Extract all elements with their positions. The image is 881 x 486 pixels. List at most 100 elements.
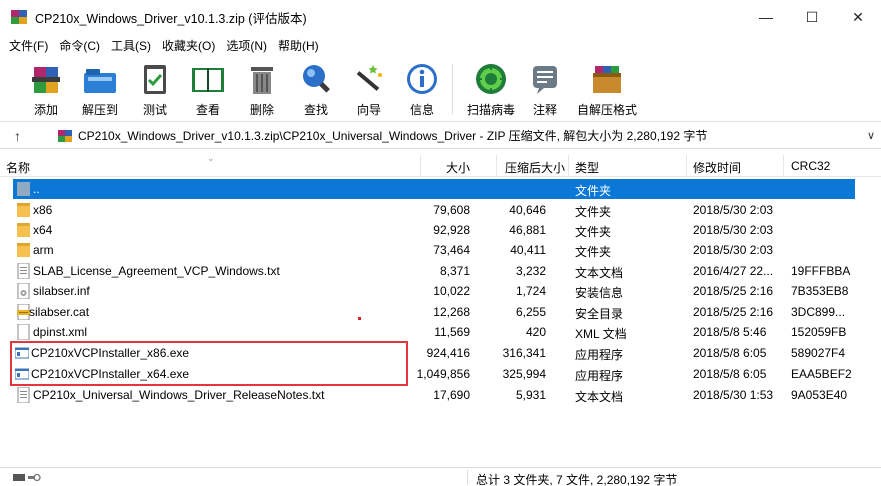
table-row[interactable]: CP210x_Universal_Windows_Driver_ReleaseN… [0, 385, 881, 405]
info-icon [404, 61, 440, 97]
table-row[interactable]: x86 79,608 40,646 文件夹 2018/5/30 2:03 [0, 200, 881, 220]
file-type: 文本文档 [575, 266, 624, 280]
find-button[interactable]: 查找 [294, 56, 338, 120]
file-name: silabser.cat [29, 305, 90, 319]
winrar-logo-icon [11, 10, 27, 24]
column-size[interactable]: 大小 [444, 159, 470, 176]
menu-favorites[interactable]: 收藏夹(O) [162, 37, 222, 54]
delete-button[interactable]: 删除 [240, 56, 284, 120]
column-separator [568, 155, 569, 177]
file-mtime: 2018/5/30 2:03 [693, 203, 774, 217]
view-label: 查看 [195, 103, 220, 117]
maximize-button[interactable]: ☐ [789, 0, 835, 34]
column-separator [783, 155, 784, 177]
file-mtime: 2018/5/25 2:16 [693, 305, 774, 319]
table-row[interactable]: silabser.inf 10,022 1,724 安装信息 2018/5/25… [0, 281, 881, 301]
file-name: x86 [33, 203, 53, 217]
view-button[interactable]: 查看 [186, 56, 230, 120]
info-button[interactable]: 信息 [400, 56, 444, 120]
folder-icon [17, 243, 30, 257]
menu-tools[interactable]: 工具(S) [111, 37, 158, 54]
path-dropdown-chevron-icon[interactable]: ∨ [867, 129, 875, 142]
file-size: 92,928 [433, 223, 470, 237]
table-row[interactable]: x64 92,928 46,881 文件夹 2018/5/30 2:03 [0, 220, 881, 240]
comment-label: 注释 [532, 103, 557, 117]
status-divider [467, 470, 468, 485]
table-row[interactable]: dpinst.xml 11,569 420 XML 文档 2018/5/8 5:… [0, 322, 881, 342]
folder-up-icon [17, 182, 30, 196]
path-bar: ↑ CP210x_Windows_Driver_v10.1.3.zip\CP21… [0, 123, 881, 149]
table-row[interactable]: .. 文件夹 [0, 179, 881, 199]
table-row[interactable]: silabser.cat 12,268 6,255 安全目录 2018/5/25… [0, 302, 881, 322]
file-type: 文件夹 [575, 205, 612, 219]
file-type: 应用程序 [575, 348, 624, 362]
file-mtime: 2018/5/30 2:03 [693, 223, 774, 237]
file-mtime: 2018/5/30 1:53 [693, 388, 774, 402]
title-bar: CP210x_Windows_Driver_v10.1.3.zip (评估版本)… [0, 0, 881, 34]
extract-to-button[interactable]: 解压到 [78, 56, 122, 120]
trash-can-icon [244, 61, 280, 97]
column-name[interactable]: 名称 [6, 159, 30, 176]
file-size: 17,690 [433, 388, 470, 402]
extract-to-label: 解压到 [81, 103, 118, 117]
text-file-icon [17, 263, 30, 279]
add-button[interactable]: 添加 [24, 56, 68, 120]
up-folder-button[interactable]: ↑ [14, 128, 36, 144]
file-type: XML 文档 [575, 327, 627, 341]
test-button[interactable]: 测试 [133, 56, 177, 120]
column-separator [420, 155, 421, 177]
file-type: 文件夹 [575, 225, 612, 239]
file-size: 924,416 [426, 346, 470, 360]
menu-command[interactable]: 命令(C) [59, 37, 107, 54]
file-packed-size: 46,881 [509, 223, 546, 237]
sfx-label: 自解压格式 [577, 103, 638, 117]
scan-virus-button[interactable]: 扫描病毒 [463, 56, 519, 120]
column-mtime[interactable]: 修改时间 [693, 159, 741, 176]
selection-highlight [13, 179, 855, 199]
path-text[interactable]: CP210x_Windows_Driver_v10.1.3.zip\CP210x… [78, 127, 707, 144]
file-packed-size: 316,341 [502, 346, 546, 360]
file-size: 10,022 [433, 284, 470, 298]
file-packed-size: 40,646 [509, 203, 546, 217]
xml-file-icon [17, 324, 30, 340]
file-crc: 589027F4 [791, 346, 846, 360]
archive-path-icon [58, 129, 72, 142]
file-crc: 9A053E40 [791, 388, 848, 402]
status-bar: 总计 3 文件夹, 7 文件, 2,280,192 字节 [0, 467, 881, 486]
file-packed-size: 40,411 [510, 243, 546, 257]
file-mtime: 2018/5/8 6:05 [693, 367, 767, 381]
minimize-button[interactable]: — [743, 0, 789, 34]
file-crc: 7B353EB8 [791, 284, 849, 298]
folder-extract-icon [82, 61, 118, 97]
file-size: 11,569 [434, 325, 470, 339]
menu-file[interactable]: 文件(F) [9, 37, 55, 54]
file-packed-size: 325,994 [502, 367, 546, 381]
table-row[interactable]: SLAB_License_Agreement_VCP_Windows.txt 8… [0, 261, 881, 281]
file-name: x64 [33, 223, 53, 237]
file-size: 1,049,856 [416, 367, 470, 381]
window-title: CP210x_Windows_Driver_v10.1.3.zip (评估版本) [35, 11, 307, 26]
close-button[interactable]: ✕ [835, 0, 881, 34]
file-crc: EAA5BEF2 [791, 367, 852, 381]
wizard-label: 向导 [356, 103, 381, 117]
menu-options[interactable]: 选项(N) [226, 37, 274, 54]
comment-icon [527, 61, 563, 97]
column-packed[interactable]: 压缩后大小 [505, 159, 565, 176]
drive-key-icon[interactable] [13, 473, 41, 482]
column-crc[interactable]: CRC32 [791, 159, 830, 173]
file-type: 应用程序 [575, 369, 624, 383]
scan-virus-label: 扫描病毒 [466, 103, 515, 117]
table-row[interactable]: arm 73,464 40,411 文件夹 2018/5/30 2:03 [0, 240, 881, 260]
column-separator [496, 155, 497, 177]
wizard-button[interactable]: 向导 [347, 56, 391, 120]
comment-button[interactable]: 注释 [523, 56, 567, 120]
column-type[interactable]: 类型 [575, 159, 599, 176]
inf-file-icon [17, 283, 30, 299]
menu-help[interactable]: 帮助(H) [278, 37, 326, 54]
file-list-header: ⌄ 名称 大小 压缩后大小 类型 修改时间 CRC32 [0, 153, 881, 177]
folder-icon [17, 203, 30, 217]
window-controls: — ☐ ✕ [743, 0, 881, 34]
delete-label: 删除 [249, 103, 274, 117]
sfx-button[interactable]: 自解压格式 [577, 56, 637, 120]
file-crc: 3DC899... [791, 305, 846, 319]
